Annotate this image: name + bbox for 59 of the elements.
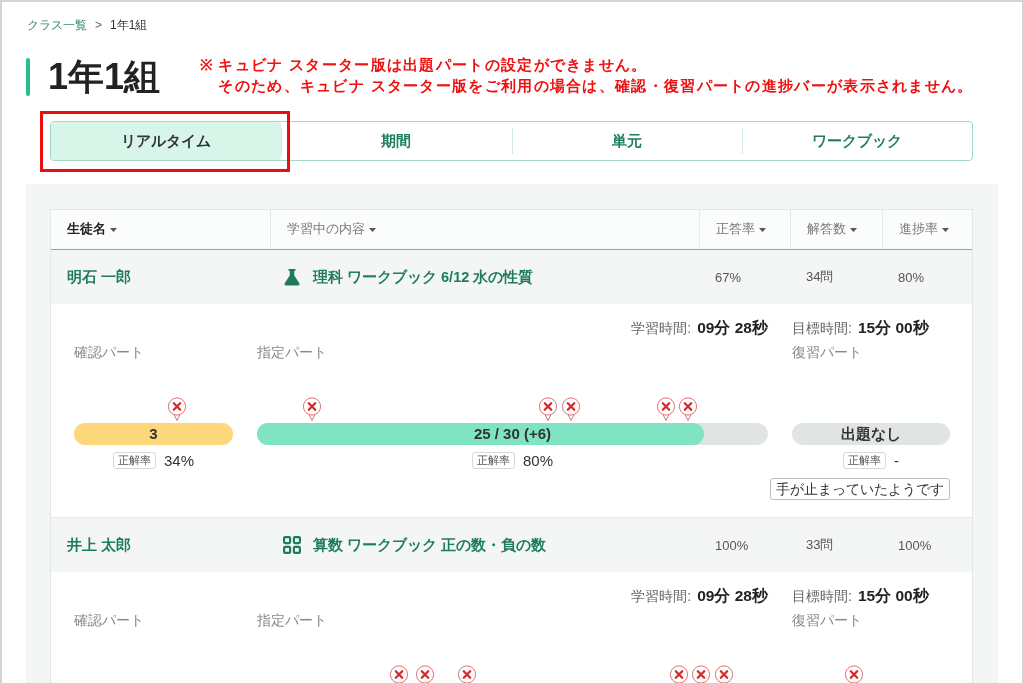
student-name[interactable]: 明石 一郎 — [51, 267, 270, 287]
page-title: 1年1組 — [48, 58, 161, 96]
learning-content: 理科 ワークブック 6/12 水の性質 — [313, 267, 534, 287]
accuracy-value: 80% — [523, 451, 553, 469]
column-header[interactable]: 生徒名 — [51, 210, 270, 249]
breadcrumb-separator: > — [95, 18, 102, 32]
accuracy-badge: 正解率 — [843, 451, 886, 469]
sort-caret-icon — [759, 227, 766, 232]
column-header[interactable]: 解答数 — [790, 210, 882, 249]
sort-caret-icon — [110, 227, 117, 232]
sort-caret-icon — [850, 227, 857, 232]
notice-text: キュビナ スターター版は出題パートの設定ができません。 そのため、キュビナ スターター版をご利用の場合は、確認・復習パートの進捗バーが表示されません。 — [218, 55, 974, 96]
flask-icon — [283, 268, 301, 286]
part-label: 指定パート — [257, 343, 327, 362]
status-text: 出題なし — [841, 424, 901, 444]
student-row[interactable]: 明石 一郎 理科 ワークブック 6/12 水の性質 67% 34問 80% — [51, 250, 972, 304]
grid-icon — [283, 536, 301, 554]
study-time-value: 09分 28秒 — [697, 318, 768, 338]
tab[interactable]: 期間 — [281, 122, 512, 160]
study-time-label: 学習時間: — [631, 319, 692, 338]
accuracy-value: - — [894, 451, 899, 469]
answers-cell-text: 34問 — [805, 268, 835, 286]
progress-label: 25 / 30 (+6) — [473, 424, 552, 444]
part-label: 確認パート — [74, 343, 144, 362]
alert-button[interactable]: 手が止まっていたようです — [770, 478, 950, 500]
progress-cell-text: 100% — [897, 537, 933, 553]
study-time-label: 学習時間: — [631, 587, 692, 606]
count-text: 3 — [149, 424, 158, 444]
target-time-label: 目標時間: — [792, 587, 852, 606]
column-header[interactable]: 正答率 — [699, 210, 790, 249]
sort-caret-icon — [942, 227, 949, 232]
accuracy-cell-text: 67% — [714, 269, 743, 285]
part-label: 復習パート — [792, 611, 862, 630]
part-label: 復習パート — [792, 343, 862, 362]
target-time-label: 目標時間: — [792, 319, 852, 338]
accuracy-badge: 正解率 — [113, 451, 156, 469]
tab[interactable]: ワークブック — [741, 122, 972, 160]
target-time-value: 15分 00秒 — [857, 318, 929, 338]
accuracy-badge: 正解率 — [472, 451, 515, 469]
answers-cell-text: 33問 — [805, 536, 835, 554]
sort-caret-icon — [369, 227, 376, 232]
learning-content: 算数 ワークブック 正の数・負の数 — [313, 535, 547, 555]
target-time-value: 15分 00秒 — [857, 586, 929, 606]
student-row[interactable]: 井上 太郎 算数 ワークブック 正の数・負の数 100% 33問 100% — [51, 518, 972, 572]
accuracy-cell-text: 100% — [714, 537, 750, 553]
tab[interactable]: リアルタイム — [51, 122, 282, 160]
breadcrumb-current: 1年1組 — [110, 18, 148, 32]
progress-cell-text: 80% — [897, 269, 926, 285]
accuracy-value: 34% — [164, 451, 194, 469]
part-label: 指定パート — [257, 611, 327, 630]
part-label: 確認パート — [74, 611, 144, 630]
tab[interactable]: 単元 — [511, 122, 742, 160]
title-accent-bar — [26, 58, 30, 96]
notice-mark: ※ — [200, 55, 215, 75]
column-header[interactable]: 学習中の内容 — [270, 210, 699, 249]
student-name[interactable]: 井上 太郎 — [51, 535, 270, 555]
study-time-value: 09分 28秒 — [697, 586, 768, 606]
breadcrumb-link[interactable]: クラス一覧 — [27, 18, 87, 32]
column-header[interactable]: 進捗率 — [882, 210, 972, 249]
